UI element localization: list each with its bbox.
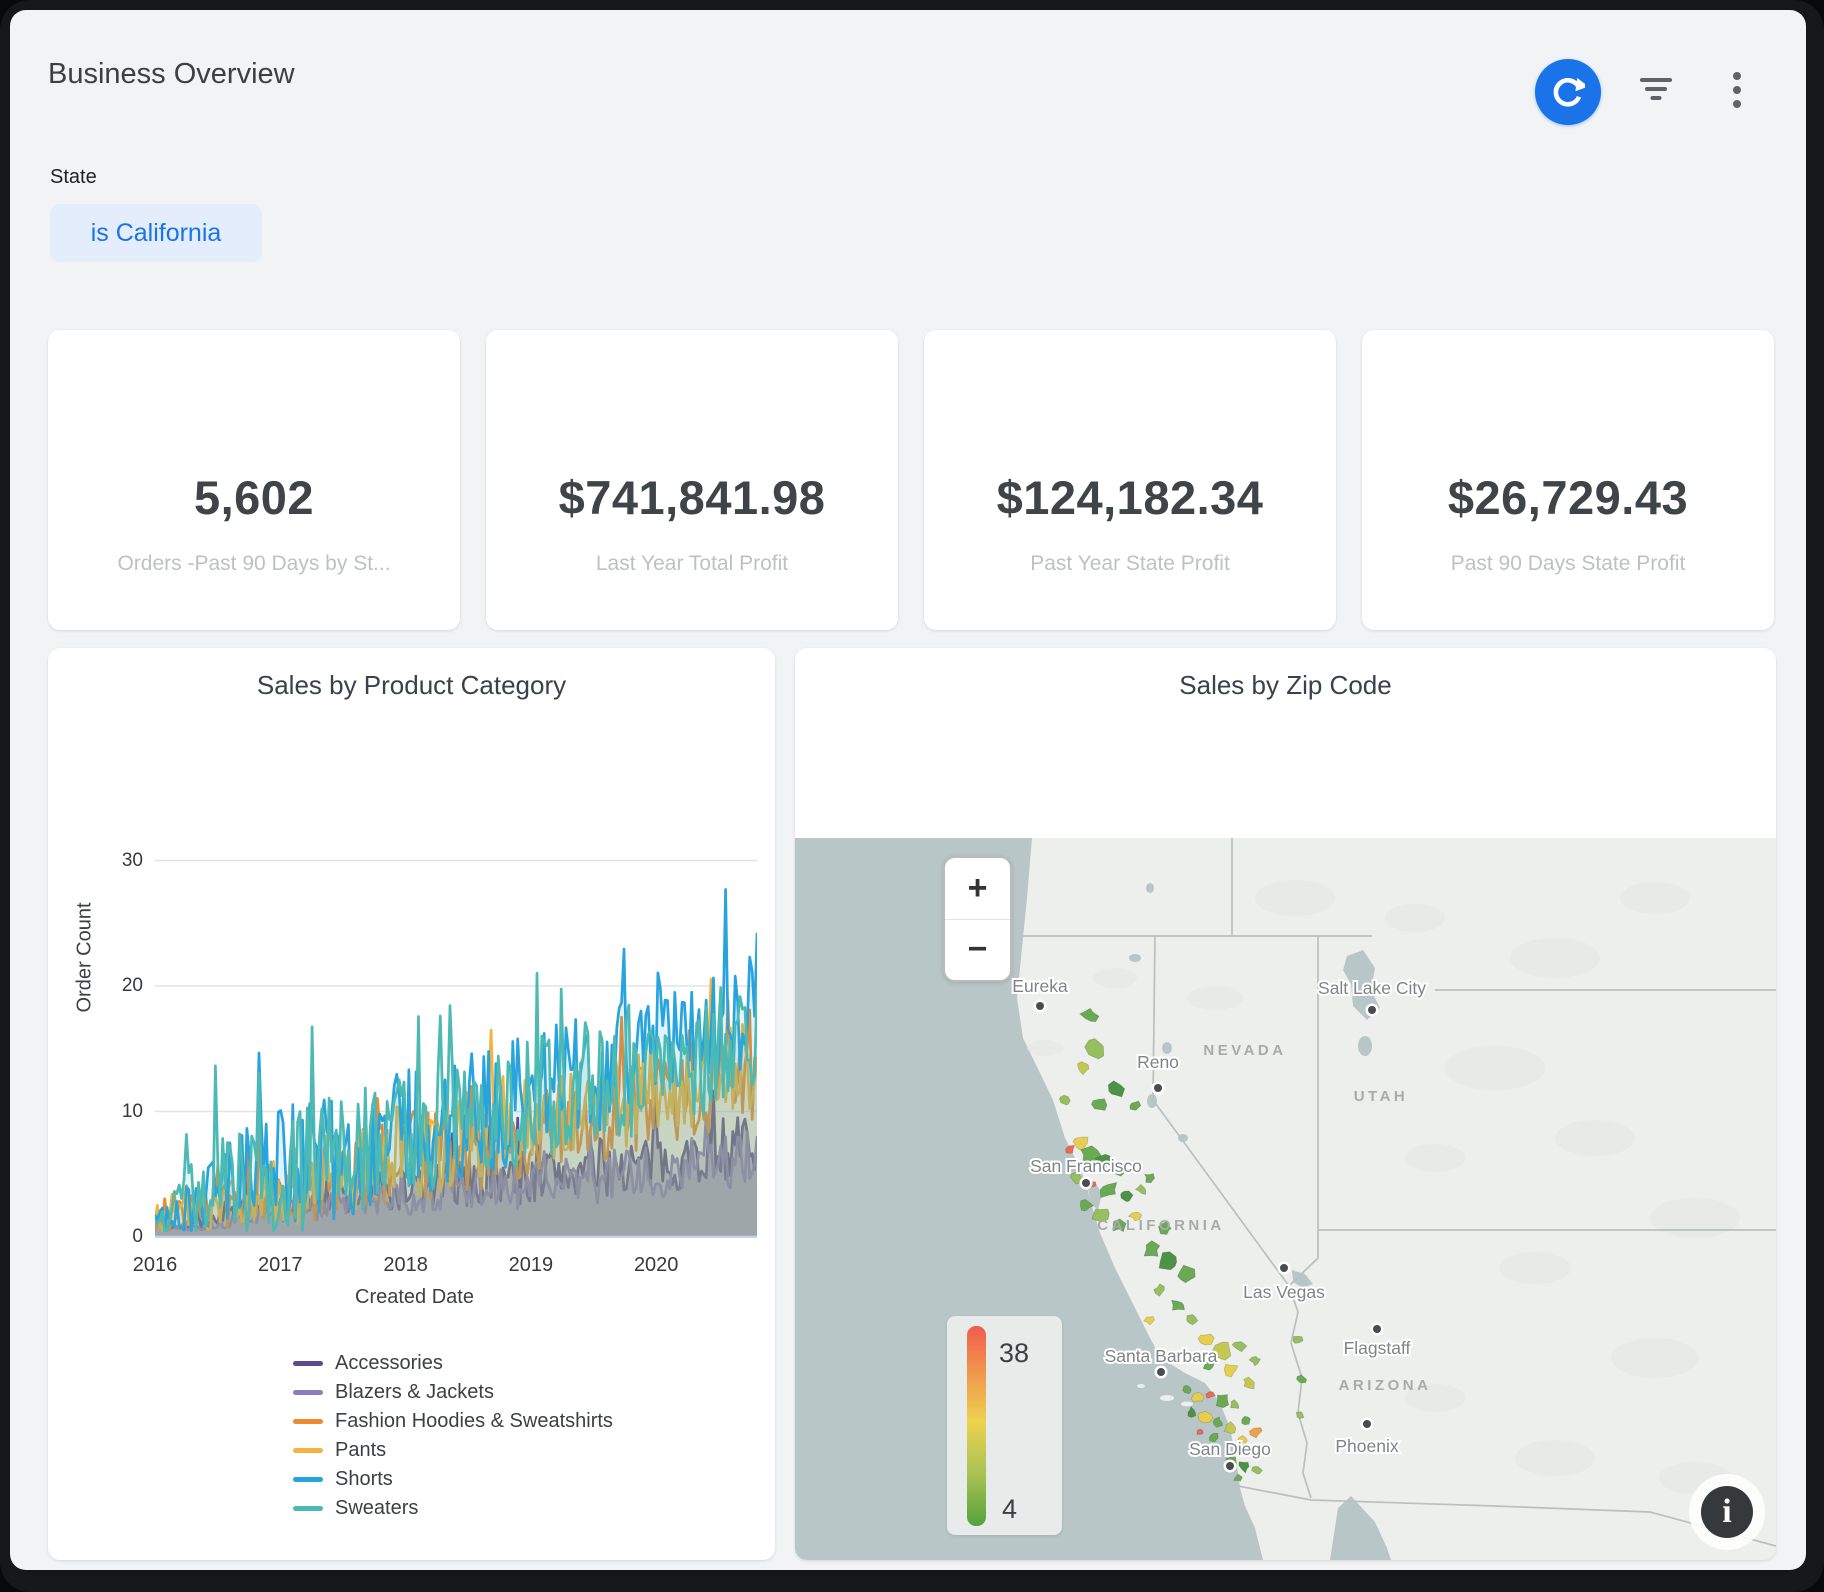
kpi-label: Past Year State Profit bbox=[924, 552, 1336, 576]
refresh-icon bbox=[1551, 75, 1585, 109]
page-title: Business Overview bbox=[48, 58, 295, 91]
zip-region[interactable] bbox=[1216, 1395, 1229, 1408]
zip-region[interactable] bbox=[1242, 1416, 1251, 1425]
scale-max-label: 38 bbox=[999, 1338, 1029, 1369]
legend-swatch bbox=[293, 1419, 323, 1424]
map-city-label: Phoenix bbox=[1335, 1436, 1398, 1456]
legend-label: Blazers & Jackets bbox=[335, 1381, 494, 1404]
x-tick: 2016 bbox=[120, 1254, 190, 1277]
map-city-label: Salt Lake City bbox=[1318, 978, 1426, 998]
kpi-value: 5,602 bbox=[48, 470, 460, 525]
zoom-out-button[interactable]: − bbox=[945, 920, 1010, 981]
y-tick: 10 bbox=[101, 1101, 143, 1123]
color-scale-gradient bbox=[967, 1326, 986, 1526]
window-frame: Business Overview State is California 5,… bbox=[0, 0, 1824, 1592]
legend-label: Sweaters bbox=[335, 1497, 418, 1520]
zip-region[interactable] bbox=[1197, 1429, 1203, 1434]
kpi-card: $26,729.43 Past 90 Days State Profit bbox=[1362, 330, 1774, 630]
legend-item: Fashion Hoodies & Sweatshirts bbox=[293, 1408, 613, 1434]
kpi-label: Last Year Total Profit bbox=[486, 552, 898, 576]
kpi-card: $741,841.98 Last Year Total Profit bbox=[486, 330, 898, 630]
kpi-label: Orders -Past 90 Days by St... bbox=[48, 552, 460, 576]
legend-swatch bbox=[293, 1361, 323, 1366]
map-state-label: ARIZONA bbox=[1339, 1377, 1432, 1394]
map-state-label: NEVADA bbox=[1203, 1042, 1286, 1059]
map-state-label: UTAH bbox=[1354, 1088, 1409, 1105]
legend-item: Pants bbox=[293, 1437, 386, 1463]
map-city-label: Reno bbox=[1137, 1052, 1179, 1072]
legend-item: Sweaters bbox=[293, 1495, 418, 1521]
map-city-label: Eureka bbox=[1012, 976, 1068, 996]
refresh-button[interactable] bbox=[1535, 59, 1601, 125]
legend-label: Fashion Hoodies & Sweatshirts bbox=[335, 1410, 613, 1433]
map-city-dot bbox=[1373, 1325, 1381, 1333]
map-title: Sales by Zip Code bbox=[795, 670, 1776, 701]
y-tick: 20 bbox=[101, 975, 143, 997]
map-city-dot bbox=[1082, 1179, 1090, 1187]
y-axis-title: Order Count bbox=[74, 967, 97, 1013]
map-city-label: San Francisco bbox=[1030, 1156, 1142, 1176]
legend-item: Shorts bbox=[293, 1466, 393, 1492]
kpi-card: $124,182.34 Past Year State Profit bbox=[924, 330, 1336, 630]
map-city-dot bbox=[1280, 1264, 1288, 1272]
filter-label: State bbox=[50, 166, 97, 189]
more-options-button[interactable] bbox=[1732, 72, 1742, 112]
x-tick: 2018 bbox=[371, 1254, 441, 1277]
kpi-value: $741,841.98 bbox=[486, 470, 898, 525]
legend-item: Accessories bbox=[293, 1350, 443, 1376]
chart-title: Sales by Product Category bbox=[48, 670, 775, 701]
y-tick: 30 bbox=[101, 850, 143, 872]
map-city-label: San Diego bbox=[1189, 1439, 1271, 1459]
kpi-value: $124,182.34 bbox=[924, 470, 1336, 525]
x-tick: 2017 bbox=[245, 1254, 315, 1277]
legend-label: Shorts bbox=[335, 1468, 393, 1491]
x-axis-title: Created Date bbox=[48, 1286, 775, 1309]
x-tick: 2020 bbox=[621, 1254, 691, 1277]
map-zoom-control: + − bbox=[943, 856, 1012, 982]
map-city-label: Santa Barbara bbox=[1105, 1346, 1218, 1366]
map-city-dot bbox=[1363, 1420, 1371, 1428]
filter-icon[interactable] bbox=[1639, 76, 1673, 106]
map-info-button[interactable]: i bbox=[1689, 1474, 1765, 1550]
scale-min-label: 4 bbox=[1002, 1494, 1017, 1525]
map-city-label: Las Vegas bbox=[1243, 1282, 1325, 1302]
map-city-dot bbox=[1154, 1084, 1162, 1092]
legend-swatch bbox=[293, 1477, 323, 1482]
sales-by-category-card: Sales by Product Category Order Count 30… bbox=[48, 648, 775, 1560]
legend-item: Blazers & Jackets bbox=[293, 1379, 494, 1405]
map-city-dot bbox=[1036, 1002, 1044, 1010]
map-city-dot bbox=[1157, 1368, 1165, 1376]
map-state-label: CALIFORNIA bbox=[1097, 1217, 1225, 1234]
legend-swatch bbox=[293, 1506, 323, 1511]
y-tick: 0 bbox=[101, 1226, 143, 1248]
map-city-label: Flagstaff bbox=[1344, 1338, 1411, 1358]
map-city-dot bbox=[1226, 1462, 1234, 1470]
map-city-dot bbox=[1368, 1006, 1376, 1014]
dashboard: Business Overview State is California 5,… bbox=[10, 10, 1806, 1570]
kpi-value: $26,729.43 bbox=[1362, 470, 1774, 525]
kpi-label: Past 90 Days State Profit bbox=[1362, 552, 1774, 576]
kpi-card: 5,602 Orders -Past 90 Days by St... bbox=[48, 330, 460, 630]
state-filter-chip[interactable]: is California bbox=[50, 204, 262, 262]
category-line-chart bbox=[155, 844, 757, 1238]
info-icon: i bbox=[1701, 1486, 1753, 1538]
x-tick: 2019 bbox=[496, 1254, 566, 1277]
legend-swatch bbox=[293, 1448, 323, 1453]
legend-label: Pants bbox=[335, 1439, 386, 1462]
map-color-scale: 38 4 bbox=[947, 1316, 1062, 1535]
legend-label: Accessories bbox=[335, 1352, 443, 1375]
legend-swatch bbox=[293, 1390, 323, 1395]
state-filter-chip-text: is California bbox=[91, 219, 222, 248]
zoom-in-button[interactable]: + bbox=[945, 858, 1010, 919]
sales-by-zip-card: Sales by Zip Code NEVADA UTAH CALIFORNIA AR… bbox=[795, 648, 1776, 1560]
